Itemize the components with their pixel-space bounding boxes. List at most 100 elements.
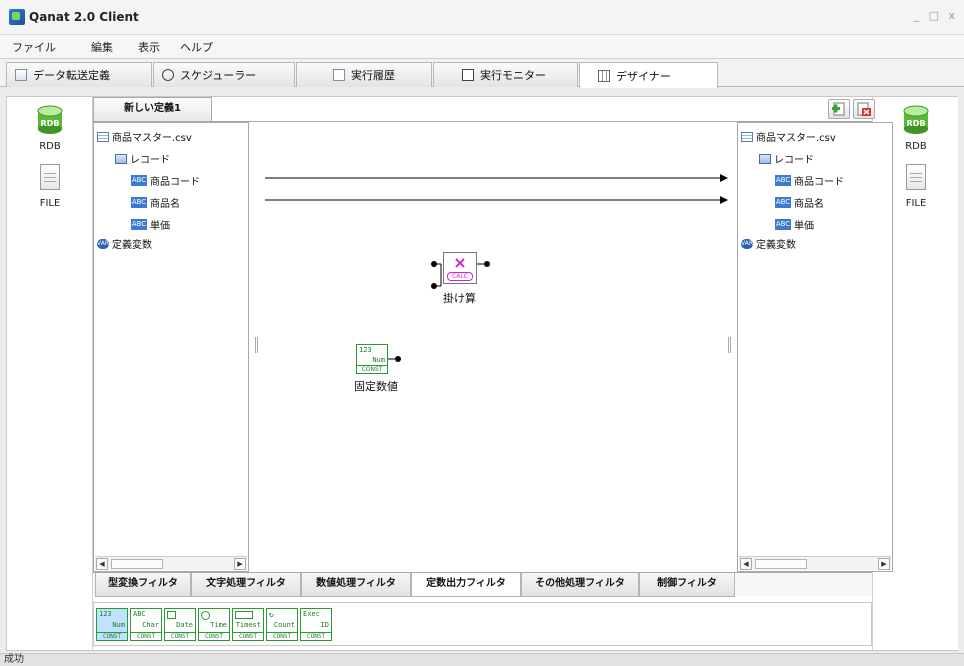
source-file-node[interactable]: 商品マスター.csv	[97, 129, 192, 144]
tab-constant-output-filter[interactable]: 定数出力フィルタ	[411, 573, 521, 597]
tab-transfer-definition[interactable]: データ転送定義	[6, 62, 152, 87]
scroll-thumb[interactable]	[755, 559, 807, 569]
palette-timestamp-const[interactable]: Timest CONST	[232, 608, 264, 641]
tab-string-filter[interactable]: 文字処理フィルタ	[191, 573, 301, 597]
source-file-label: FILE	[39, 198, 61, 209]
tab-label: データ転送定義	[33, 69, 110, 82]
source-horizontal-scrollbar[interactable]: ◀ ▶	[95, 556, 247, 570]
clock-icon	[201, 611, 210, 620]
tab-type-conversion-filter[interactable]: 型変換フィルタ	[95, 573, 191, 597]
delete-definition-button[interactable]	[853, 99, 875, 119]
target-field-product-code[interactable]: ABC 商品コード	[775, 173, 844, 188]
target-record-label: レコード	[774, 155, 814, 166]
designer-area: RDB RDB FILE RDB RDB FILE 新しい定義1 商品マスター.…	[6, 96, 958, 651]
record-icon	[759, 153, 771, 164]
tab-label: スケジューラー	[180, 69, 257, 82]
target-record-node[interactable]: レコード	[759, 151, 814, 166]
source-file[interactable]: FILE	[7, 164, 93, 209]
calendar-icon	[167, 611, 176, 619]
target-field-unit-price[interactable]: ABC 単価	[775, 217, 814, 232]
scroll-right-icon[interactable]: ▶	[234, 558, 246, 570]
multiply-icon: ×	[453, 253, 467, 272]
menu-help[interactable]: ヘルプ	[180, 39, 213, 55]
tab-label: 実行履歴	[351, 69, 395, 82]
palette-char-const[interactable]: ABC Char CONST	[130, 608, 162, 641]
menu-edit[interactable]: 編集	[91, 39, 113, 55]
text-field-icon: ABC	[131, 175, 147, 186]
text-field-icon: ABC	[775, 219, 791, 230]
tab-new-definition[interactable]: 新しい定義1	[93, 97, 212, 121]
tab-monitor[interactable]: 実行モニター	[433, 62, 578, 87]
right-splitter-handle[interactable]	[728, 337, 731, 353]
menu-bar: ファイル 編集 表示 ヘルプ	[0, 35, 964, 59]
menu-file[interactable]: ファイル	[12, 39, 56, 55]
source-file-name: 商品マスター.csv	[112, 133, 192, 144]
monitor-icon	[462, 69, 474, 81]
target-field-label: 商品名	[794, 199, 824, 210]
scroll-right-icon[interactable]: ▶	[878, 558, 890, 570]
database-icon: RDB	[902, 105, 930, 135]
source-record-node[interactable]: レコード	[115, 151, 170, 166]
tab-other-filter[interactable]: その他処理フィルタ	[521, 573, 639, 597]
title-bar: Qanat 2.0 Client _ □ x	[0, 0, 964, 35]
scroll-left-icon[interactable]: ◀	[740, 558, 752, 570]
palette-top: 123	[99, 610, 112, 618]
palette-mid: Date	[176, 621, 193, 629]
source-field-label: 商品名	[150, 199, 180, 210]
add-definition-button[interactable]	[828, 99, 850, 119]
constant-number-label: 固定数値	[354, 380, 398, 393]
file-icon	[906, 164, 926, 190]
palette-bottom: CONST	[199, 632, 229, 640]
palette-bottom: CONST	[131, 632, 161, 640]
constant-number-box: 123 Num CONST	[356, 344, 388, 374]
source-field-product-code[interactable]: ABC 商品コード	[131, 173, 200, 188]
menu-view[interactable]: 表示	[138, 39, 160, 55]
target-file-node[interactable]: 商品マスター.csv	[741, 129, 836, 144]
designer-icon	[598, 69, 610, 82]
status-bar: 成功	[0, 653, 964, 666]
constant-number-node[interactable]: 123 Num CONST 固定数値	[354, 344, 426, 404]
multiply-node-label: 掛け算	[443, 292, 476, 305]
table-icon	[97, 131, 109, 142]
tab-numeric-filter[interactable]: 数値処理フィルタ	[301, 573, 411, 597]
left-splitter-handle[interactable]	[255, 337, 258, 353]
counter-icon: ↻	[269, 610, 274, 619]
palette-mid: Num	[112, 621, 125, 629]
palette-exec-id-const[interactable]: Exec ID CONST	[300, 608, 332, 641]
const-line1: 123	[359, 346, 372, 354]
source-field-unit-price[interactable]: ABC 単価	[131, 217, 170, 232]
calc-badge: CALC	[447, 272, 473, 281]
source-field-product-name[interactable]: ABC 商品名	[131, 195, 180, 210]
palette-mid: ID	[320, 621, 329, 629]
tab-control-filter[interactable]: 制御フィルタ	[639, 573, 735, 597]
tab-scheduler[interactable]: スケジューラー	[153, 62, 295, 87]
source-rdb-label: RDB	[39, 141, 61, 152]
tab-history[interactable]: 実行履歴	[296, 62, 432, 87]
target-tree-panel: 商品マスター.csv レコード ABC 商品コード ABC 商品名 ABC 単価	[737, 122, 893, 572]
source-rdb[interactable]: RDB RDB	[7, 105, 93, 152]
constant-palette: 123 Num CONST ABC Char CONST Date CONST …	[93, 602, 872, 646]
const-line2: Num	[372, 356, 385, 364]
text-field-icon: ABC	[775, 197, 791, 208]
scroll-left-icon[interactable]: ◀	[96, 558, 108, 570]
palette-num-const[interactable]: 123 Num CONST	[96, 608, 128, 641]
variable-icon: VAR	[97, 238, 109, 249]
source-variables-node[interactable]: VAR 定義変数	[97, 236, 152, 251]
tab-designer[interactable]: デザイナー	[579, 62, 718, 88]
palette-bottom: CONST	[97, 632, 127, 640]
file-icon	[40, 164, 60, 190]
window-controls[interactable]: _ □ x	[914, 9, 958, 22]
target-variables-node[interactable]: VAR 定義変数	[741, 236, 796, 251]
palette-mid: Char	[142, 621, 159, 629]
palette-count-const[interactable]: ↻ Count CONST	[266, 608, 298, 641]
mapping-canvas[interactable]: × CALC 掛け算 123 Num CONST 固定数値	[249, 122, 737, 572]
target-horizontal-scrollbar[interactable]: ◀ ▶	[739, 556, 891, 570]
palette-bottom: CONST	[301, 632, 331, 640]
palette-date-const[interactable]: Date CONST	[164, 608, 196, 641]
output-port-icon[interactable]	[388, 354, 402, 364]
palette-time-const[interactable]: Time CONST	[198, 608, 230, 641]
multiply-node[interactable]: × CALC 掛け算	[429, 252, 499, 312]
target-field-product-name[interactable]: ABC 商品名	[775, 195, 824, 210]
scroll-thumb[interactable]	[111, 559, 163, 569]
tab-label: 実行モニター	[480, 69, 546, 82]
